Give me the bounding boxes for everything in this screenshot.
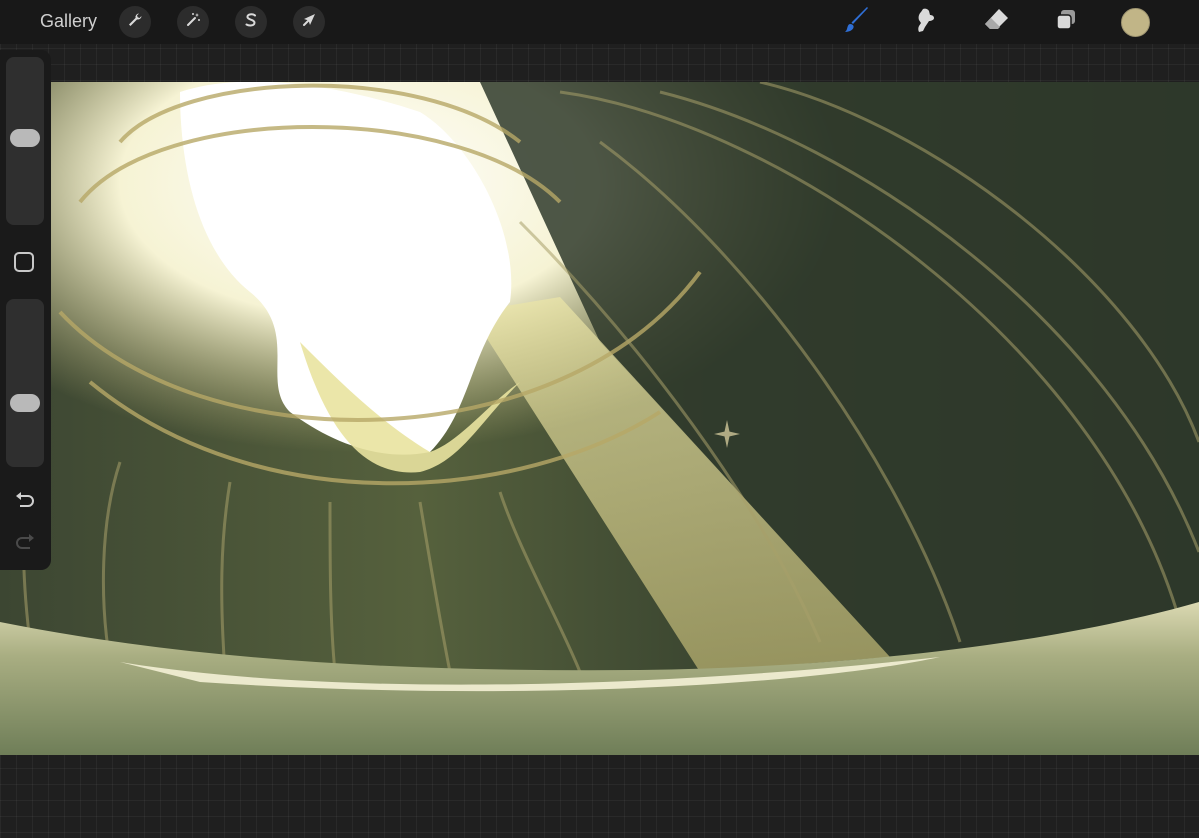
eraser-button[interactable] xyxy=(978,4,1014,40)
undo-icon xyxy=(14,491,36,515)
selection-button[interactable] xyxy=(235,6,267,38)
undo-button[interactable] xyxy=(12,491,38,515)
layers-icon xyxy=(1052,6,1080,39)
brush-size-slider[interactable] xyxy=(6,57,44,225)
adjustments-button[interactable] xyxy=(177,6,209,38)
square-modify-icon[interactable] xyxy=(14,252,34,272)
actions-button[interactable] xyxy=(119,6,151,38)
brush-icon xyxy=(841,5,871,40)
brush-size-knob[interactable] xyxy=(10,129,40,148)
left-sidebar xyxy=(0,50,51,570)
opacity-knob[interactable] xyxy=(10,393,40,412)
smudge-icon xyxy=(910,5,940,40)
arrow-cursor-icon xyxy=(300,11,318,34)
magic-wand-icon xyxy=(184,11,202,34)
brush-button[interactable] xyxy=(838,4,874,40)
top-toolbar: Gallery xyxy=(0,0,1199,44)
selection-s-icon xyxy=(242,11,260,34)
painting-artwork xyxy=(0,82,1199,755)
smudge-button[interactable] xyxy=(907,4,943,40)
color-swatch[interactable] xyxy=(1121,8,1150,37)
redo-icon xyxy=(14,533,36,557)
transform-button[interactable] xyxy=(293,6,325,38)
wrench-icon xyxy=(126,11,144,34)
redo-button[interactable] xyxy=(12,533,38,557)
opacity-slider[interactable] xyxy=(6,299,44,467)
drawing-canvas[interactable] xyxy=(0,82,1199,755)
gallery-button[interactable]: Gallery xyxy=(40,11,97,32)
eraser-icon xyxy=(981,5,1011,40)
layers-button[interactable] xyxy=(1048,4,1084,40)
